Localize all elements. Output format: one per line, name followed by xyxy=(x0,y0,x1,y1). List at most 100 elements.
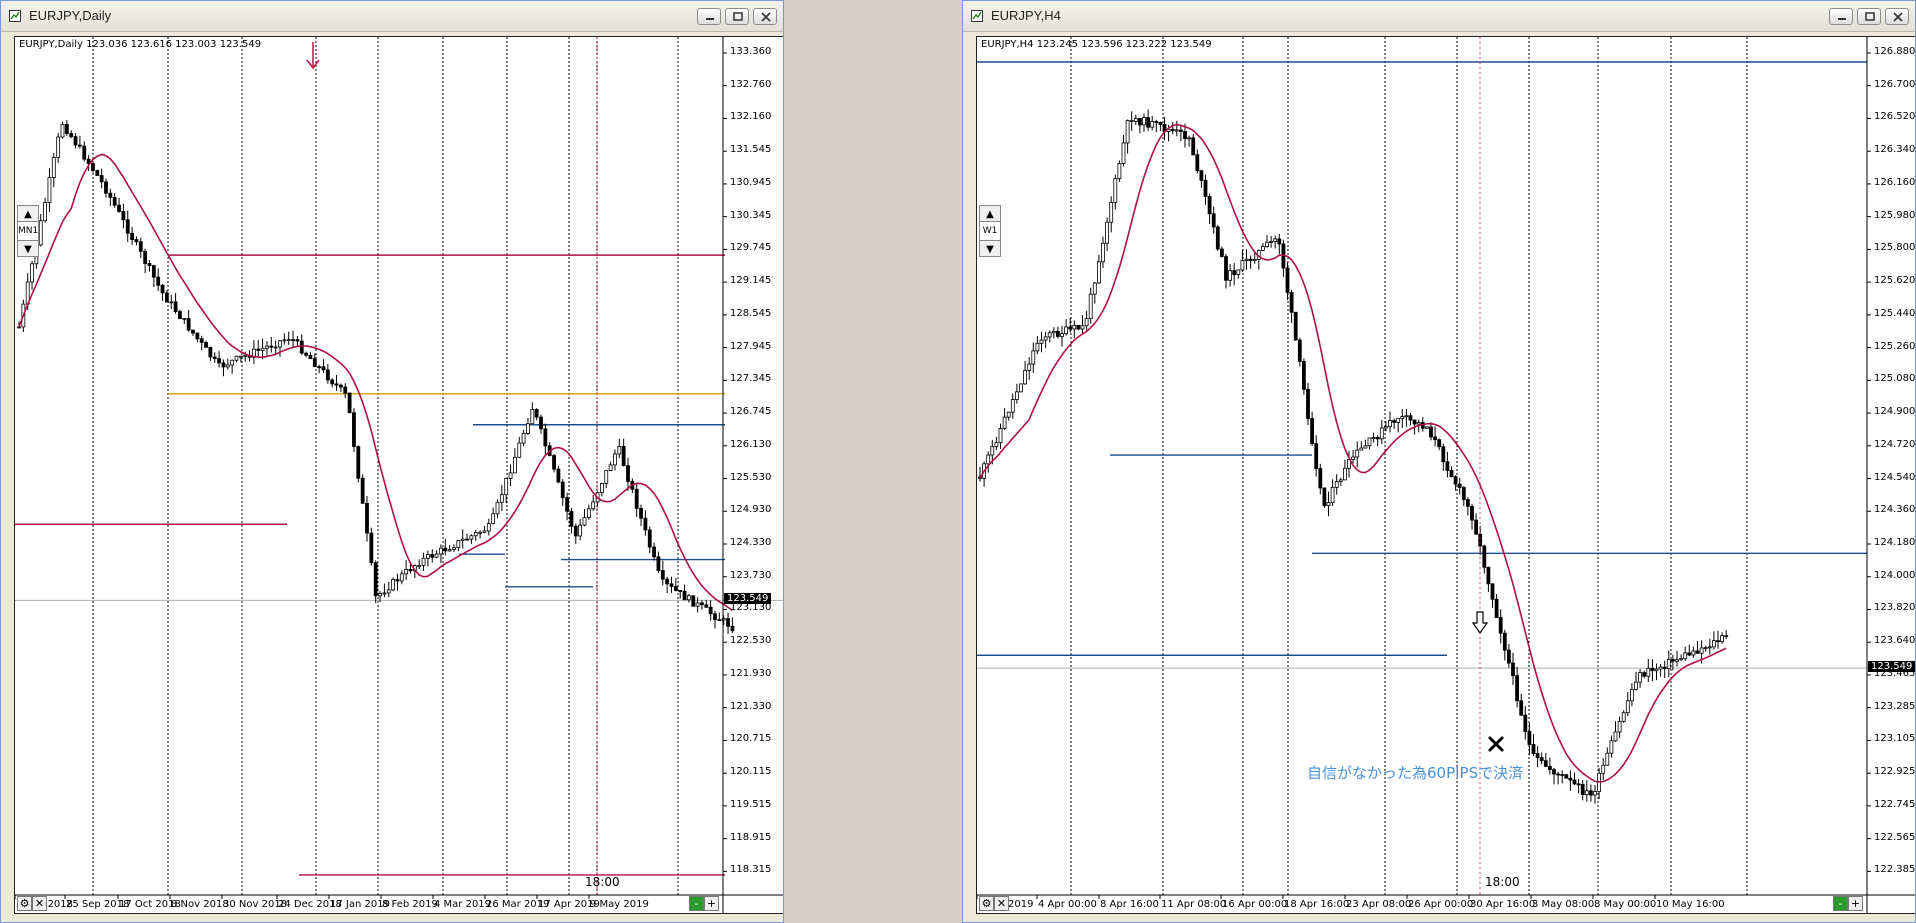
candle xyxy=(1556,773,1560,776)
zoom-in-icon[interactable]: + xyxy=(1848,896,1863,911)
left-chart-area[interactable]: 133.360 132.760 132.160 131.545 130.945 130.3… xyxy=(14,36,784,914)
right-titlebar[interactable]: EURJPY,H4 xyxy=(963,1,1915,32)
candle xyxy=(282,339,287,342)
candle xyxy=(382,592,387,595)
candle xyxy=(604,470,609,484)
candle xyxy=(1203,179,1208,197)
candle xyxy=(1666,659,1671,670)
candle xyxy=(1720,635,1724,643)
settings-icon[interactable]: ⚙ xyxy=(17,896,32,911)
candle xyxy=(1658,666,1663,670)
candle xyxy=(486,523,491,532)
candle xyxy=(1527,731,1532,745)
candle xyxy=(221,362,226,368)
candle xyxy=(465,538,469,541)
candle xyxy=(1158,121,1163,125)
candle xyxy=(695,602,700,607)
candle xyxy=(417,564,422,567)
candle xyxy=(713,613,717,621)
candle xyxy=(1289,292,1294,313)
candle xyxy=(291,339,295,341)
price-label: 124.720 xyxy=(1874,438,1916,450)
candle xyxy=(726,618,730,627)
candle xyxy=(1265,241,1269,247)
candle xyxy=(1060,333,1064,337)
candle xyxy=(1613,731,1618,742)
candle xyxy=(1453,476,1458,485)
candle xyxy=(1080,325,1085,330)
timeframe-down-button[interactable]: ▼ xyxy=(17,240,39,257)
candle xyxy=(143,250,148,264)
maximize-button[interactable] xyxy=(725,8,749,25)
chart-window-icon xyxy=(9,10,21,22)
candle xyxy=(1515,675,1519,702)
settings-icon[interactable]: ⚙ xyxy=(979,896,994,911)
candle xyxy=(1396,417,1401,423)
left-window-title: EURJPY,Daily xyxy=(29,8,112,23)
candle xyxy=(1662,666,1667,670)
minimize-button[interactable] xyxy=(697,8,721,25)
candle xyxy=(530,409,535,425)
timeframe-switcher[interactable]: ▲ MN1 ▼ xyxy=(17,205,39,257)
candle xyxy=(1695,650,1700,654)
candle xyxy=(1088,293,1093,320)
candle xyxy=(1408,415,1413,421)
candle xyxy=(1539,757,1544,762)
price-label: 118.315 xyxy=(730,864,772,876)
candle xyxy=(1039,339,1044,344)
timeframe-switcher[interactable]: ▲ W1 ▼ xyxy=(979,205,1001,257)
zoom-in-icon[interactable]: + xyxy=(704,896,719,911)
zoom-out-icon[interactable]: - xyxy=(689,896,704,911)
candle xyxy=(1691,650,1696,656)
minimize-button[interactable] xyxy=(1829,8,1853,25)
left-price-chart[interactable] xyxy=(15,37,784,914)
close-button[interactable] xyxy=(753,8,777,25)
close-button[interactable] xyxy=(1885,8,1909,25)
left-chart-window[interactable]: EURJPY,Daily 133.360 132.760 132.160 131.54… xyxy=(0,0,784,923)
candle xyxy=(1109,202,1114,223)
price-label: 122.385 xyxy=(1874,864,1916,876)
candle xyxy=(1170,128,1175,131)
timeframe-up-button[interactable]: ▲ xyxy=(979,205,1001,222)
price-label: 132.760 xyxy=(730,78,772,90)
candle xyxy=(1240,260,1245,271)
price-label: 123.285 xyxy=(1874,700,1916,712)
candle xyxy=(1113,178,1118,203)
candle xyxy=(1707,646,1712,649)
candle xyxy=(1675,659,1679,662)
close-panel-icon[interactable]: ✕ xyxy=(994,896,1009,911)
candle xyxy=(1236,269,1241,275)
candle xyxy=(1129,120,1134,122)
zoom-out-icon[interactable]: - xyxy=(1833,896,1848,911)
candle xyxy=(1424,426,1429,429)
candle xyxy=(56,136,61,158)
maximize-button[interactable] xyxy=(1857,8,1881,25)
candle xyxy=(1301,361,1306,390)
right-chart-window[interactable]: EURJPY,H4 126.880 126.700 126.520 126.340 12… xyxy=(962,0,1916,923)
timeframe-down-button[interactable]: ▼ xyxy=(979,240,1001,257)
left-titlebar[interactable]: EURJPY,Daily xyxy=(1,1,783,32)
candle xyxy=(343,386,348,394)
date-label: 4 Mar 2019 xyxy=(434,899,492,910)
close-icon xyxy=(761,12,771,22)
right-chart-area[interactable]: 126.880 126.700 126.520 126.340 126.160 125.9… xyxy=(976,36,1916,914)
candle xyxy=(573,525,578,537)
candle xyxy=(556,468,561,483)
candle xyxy=(565,497,569,512)
timeframe-up-button[interactable]: ▲ xyxy=(17,205,39,222)
candle xyxy=(1105,221,1110,244)
candle xyxy=(608,464,613,471)
candle xyxy=(30,263,34,283)
candle xyxy=(352,412,356,447)
candle xyxy=(1519,700,1524,716)
candle xyxy=(586,508,591,519)
close-panel-icon[interactable]: ✕ xyxy=(32,896,47,911)
candle xyxy=(147,263,152,267)
left-candles xyxy=(17,119,735,635)
candle xyxy=(1404,415,1409,418)
price-label: 122.745 xyxy=(1874,798,1916,810)
candle xyxy=(1260,246,1265,251)
date-label: 11 Apr 08:00 xyxy=(1161,899,1227,910)
candle xyxy=(1379,427,1384,440)
price-label: 125.440 xyxy=(1874,307,1916,319)
